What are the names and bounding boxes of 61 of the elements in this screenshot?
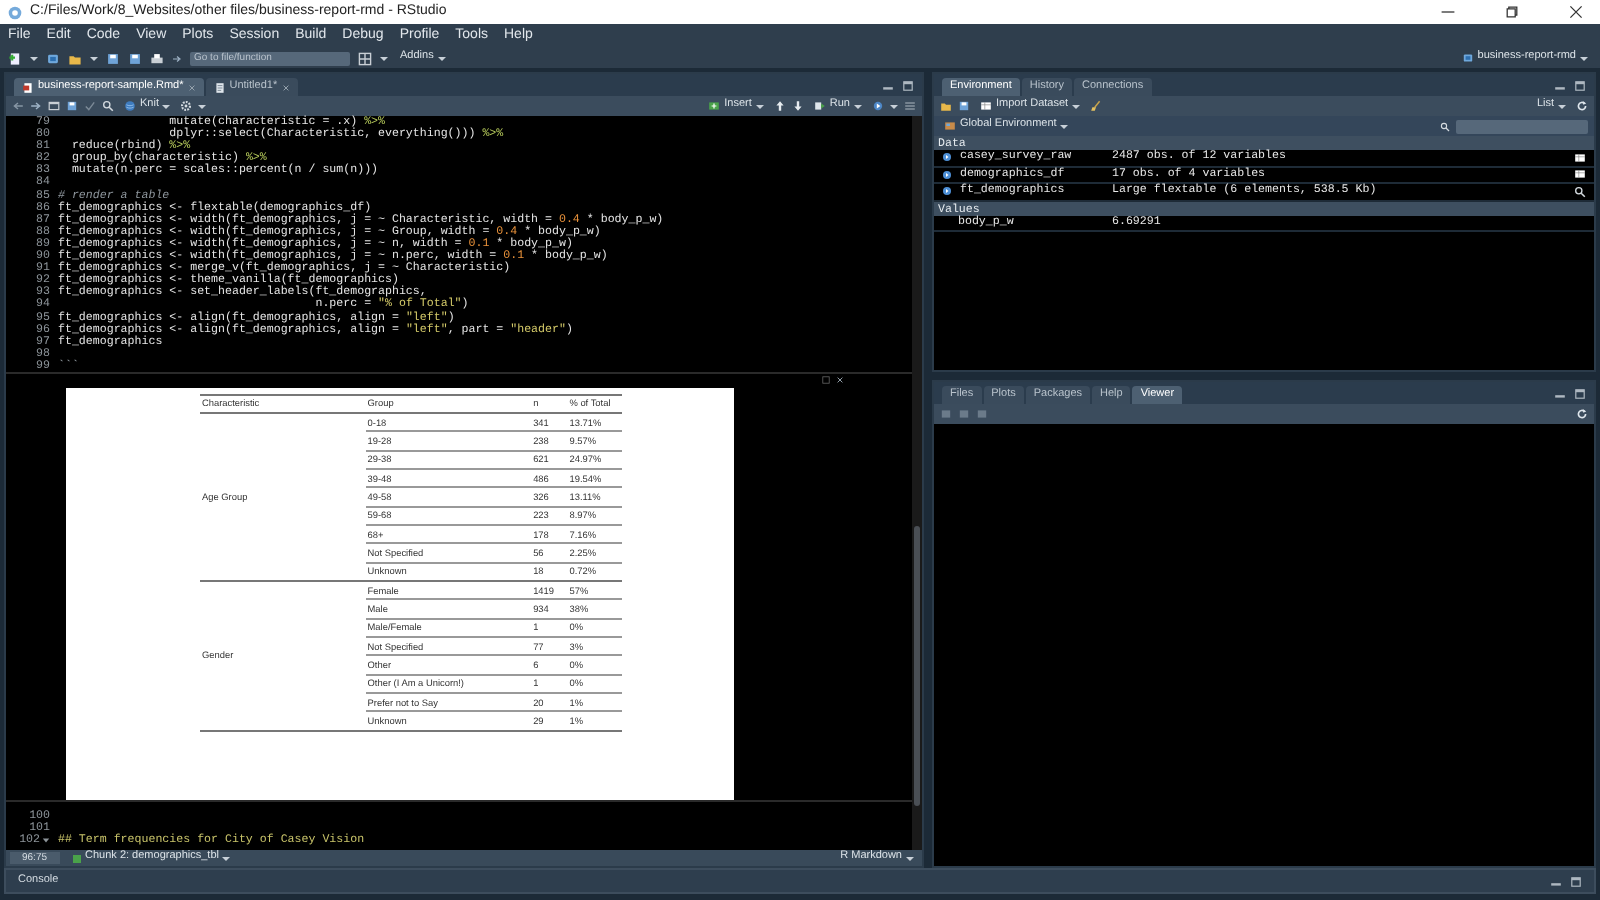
caret-icon[interactable] [380, 55, 388, 61]
caret-icon [1558, 103, 1566, 109]
project-icon [1461, 52, 1474, 64]
scrollbar[interactable] [912, 116, 922, 850]
maximize-icon[interactable] [902, 79, 914, 91]
caret-icon [437, 55, 446, 61]
caret-icon [906, 855, 914, 861]
yarn-icon [124, 100, 136, 112]
maximize-icon[interactable] [1574, 79, 1586, 91]
search-icon[interactable] [102, 100, 114, 112]
expand-icon[interactable] [942, 169, 952, 180]
down-arrow-icon[interactable] [791, 100, 804, 112]
new-file-icon[interactable] [8, 51, 22, 65]
refresh-icon[interactable] [1576, 100, 1588, 112]
caret-icon [1580, 55, 1588, 61]
settings-icon[interactable] [180, 100, 193, 112]
project-icon[interactable] [46, 51, 60, 65]
search-icon[interactable] [1574, 185, 1586, 198]
app-icon [8, 5, 22, 19]
expand-icon[interactable] [942, 152, 952, 163]
table-icon [980, 100, 992, 112]
chunk-icon [71, 853, 82, 863]
caret-icon[interactable] [30, 55, 38, 61]
caret-icon[interactable] [890, 103, 898, 109]
search-icon [1440, 121, 1450, 131]
environment-icon [944, 120, 956, 132]
maximize-icon[interactable] [1570, 875, 1582, 887]
caret-icon [854, 103, 862, 109]
caret-icon [222, 855, 231, 861]
save-icon[interactable] [958, 100, 970, 112]
spellcheck-icon[interactable] [84, 100, 96, 112]
maximize-icon[interactable] [1574, 387, 1586, 399]
forward-icon[interactable] [30, 100, 42, 112]
caret-icon [1072, 103, 1081, 109]
file-icon [213, 81, 226, 93]
save-all-icon[interactable] [128, 51, 142, 65]
back-icon[interactable] [12, 100, 24, 112]
refresh-icon[interactable] [1576, 408, 1588, 420]
caret-icon [755, 103, 764, 109]
up-arrow-icon[interactable] [773, 100, 786, 112]
search-field[interactable] [1456, 119, 1588, 133]
folder-icon[interactable] [940, 100, 952, 112]
insert-icon [708, 100, 721, 112]
expand-icon[interactable] [942, 186, 952, 197]
maximize-icon[interactable] [1504, 4, 1520, 20]
arrow-icon [172, 53, 182, 63]
source-icon[interactable] [872, 100, 884, 112]
table-icon[interactable] [1574, 168, 1586, 181]
caret-icon [162, 103, 171, 109]
grid-icon[interactable] [358, 51, 372, 65]
caret-icon [1060, 123, 1069, 129]
run-icon [813, 100, 826, 112]
caret-icon[interactable] [198, 103, 207, 109]
file-icon [22, 81, 34, 93]
save-icon[interactable] [66, 100, 78, 112]
table-icon[interactable] [1574, 151, 1586, 164]
caret-icon[interactable] [90, 55, 98, 61]
print-icon[interactable] [150, 51, 164, 65]
close-icon[interactable] [1568, 4, 1584, 20]
close-icon[interactable] [836, 376, 844, 385]
save-icon[interactable] [106, 51, 120, 65]
